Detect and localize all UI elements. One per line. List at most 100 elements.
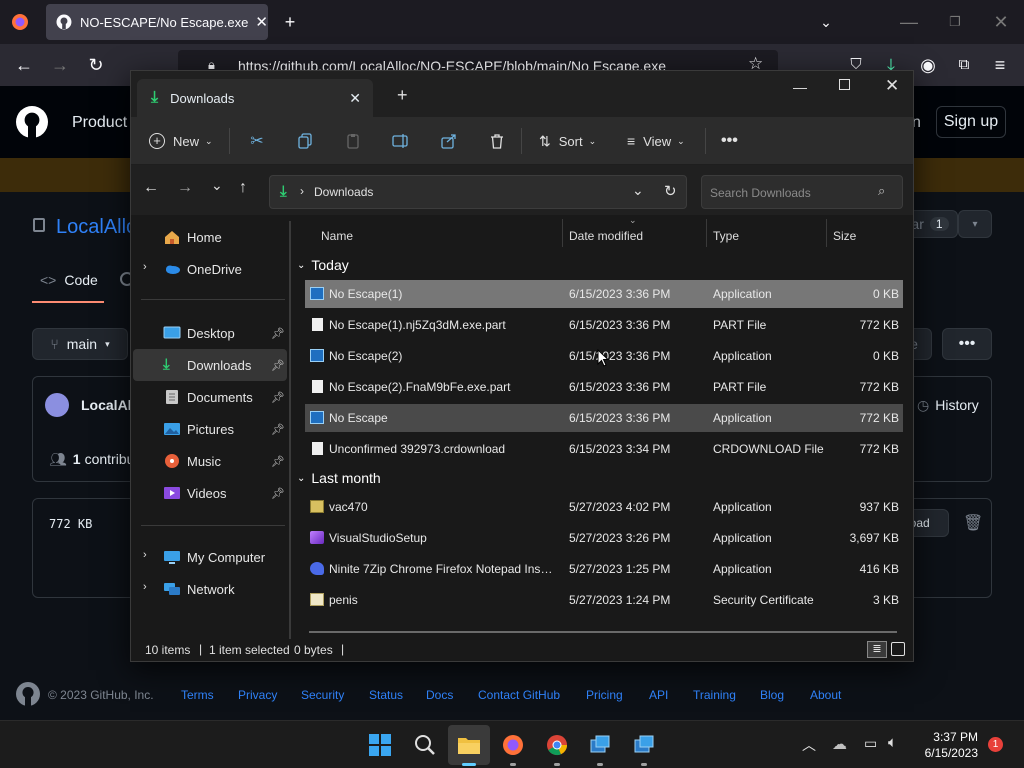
nav-desktop[interactable]: Desktop 📌︎ [163,317,285,349]
up-arrow-icon[interactable]: ↑ [239,179,247,197]
close-window-icon[interactable]: ✕ [885,76,899,96]
file-row[interactable]: No Escape(2).FnaM9bFe.exe.part 6/15/2023… [305,373,903,401]
notification-badge[interactable]: 1 [988,737,1003,752]
nav-network[interactable]: Network [163,573,285,605]
branch-select[interactable]: ⑂ main ▾ [32,328,128,360]
code-tab[interactable]: <> Code [40,272,98,302]
file-explorer-taskbar-icon[interactable] [457,734,481,756]
maximize-icon[interactable] [839,79,850,90]
new-tab-icon[interactable]: + [397,85,408,106]
close-window-icon[interactable]: ✕ [989,10,1013,34]
horizontal-scrollbar[interactable] [309,631,897,633]
group-header-last-month[interactable]: ⌄ Last month [297,470,381,486]
browser-tab-active[interactable]: NO-ESCAPE/No Escape.exe at ✕ [46,4,268,40]
footer-link-security[interactable]: Security [301,688,344,702]
nav-videos[interactable]: Videos 📌︎ [163,477,285,509]
history-link[interactable]: ◷ History [917,397,979,414]
expand-chevron-icon[interactable]: › [143,581,147,593]
file-row[interactable]: No Escape(1).nj5Zq3dM.exe.part 6/15/2023… [305,311,903,339]
details-view-icon[interactable]: ≣ [867,641,887,658]
tiles-view-icon[interactable] [891,642,905,656]
clock[interactable]: 3:37 PM 6/15/2023 [918,729,978,761]
file-row[interactable]: Unconfirmed 392973.crdownload 6/15/2023 … [305,435,903,463]
expand-chevron-icon[interactable]: › [143,261,147,273]
app-window-taskbar-icon[interactable] [633,734,655,756]
nav-pane-scrollbar[interactable] [289,221,291,639]
repo-owner-link[interactable]: LocalAllo [56,216,137,239]
forward-arrow-icon[interactable]: → [48,53,72,77]
file-row[interactable]: No Escape(1) 6/15/2023 3:36 PM Applicati… [305,280,903,308]
more-options-icon[interactable]: ••• [721,129,738,153]
footer-link-contact[interactable]: Contact GitHub [478,688,560,702]
forward-arrow-icon[interactable]: → [177,179,193,197]
extensions-icon[interactable]: ⧉ [952,53,976,77]
explorer-tab-downloads[interactable]: ⤓ Downloads ✕ [137,79,373,117]
cut-icon[interactable]: ✂ [247,129,267,153]
close-tab-icon[interactable]: ✕ [255,13,268,31]
start-windows-icon[interactable] [369,734,391,756]
back-arrow-icon[interactable]: ← [143,179,159,197]
chrome-taskbar-icon[interactable] [546,734,568,756]
view-button[interactable]: ≡ View ⌄ [627,129,685,153]
file-row[interactable]: vac470 5/27/2023 4:02 PM Application 937… [305,493,903,521]
firefox-menu-icon[interactable] [10,12,30,32]
nav-pictures[interactable]: Pictures 📌︎ [163,413,285,445]
copy-icon[interactable] [295,129,315,153]
address-bar[interactable]: ⤓ › Downloads ⌄ ↻ [269,175,687,209]
onedrive-offline-icon[interactable]: ☁︎ [832,735,847,753]
nav-onedrive[interactable]: OneDrive [163,253,285,285]
author-avatar[interactable] [45,393,69,417]
more-options-button[interactable]: ••• [942,328,992,360]
commit-author[interactable]: LocalAll [81,397,135,413]
show-hidden-icons-chevron-icon[interactable]: ︿ [802,735,816,755]
minimize-icon[interactable]: — [897,10,921,34]
github-logo-icon[interactable] [16,106,48,138]
nav-downloads[interactable]: ⤓ Downloads 📌︎ [163,349,285,381]
delete-icon[interactable] [487,129,507,153]
group-header-today[interactable]: ⌄ Today [297,257,349,273]
sort-button[interactable]: ⇅ Sort ⌄ [539,129,596,153]
github-footer-logo-icon[interactable] [16,682,40,706]
footer-link-api[interactable]: API [649,688,668,702]
file-row[interactable]: No Escape 6/15/2023 3:36 PM Application … [305,404,903,432]
column-type-header[interactable]: Type [713,229,739,243]
footer-link-privacy[interactable]: Privacy [238,688,277,702]
account-icon[interactable]: ◉ [916,53,940,77]
paste-icon[interactable] [343,129,363,153]
address-history-chevron-icon[interactable]: ⌄ [632,182,644,199]
nav-home[interactable]: Home [163,221,285,253]
recent-chevron-icon[interactable]: ⌄ [211,177,223,194]
contributors[interactable]: 👥︎ 1 contribu [49,451,134,468]
restore-icon[interactable]: ❐ [943,10,967,34]
delete-trash-icon[interactable]: 🗑︎ [963,513,983,533]
new-button[interactable]: + New ⌄ [149,129,213,153]
reload-icon[interactable]: ↻ [84,53,108,77]
nav-documents[interactable]: Documents 📌︎ [163,381,285,413]
product-menu[interactable]: Product [72,114,127,132]
search-icon[interactable]: ⌕ [878,183,885,199]
list-tabs-chevron-icon[interactable]: ⌄ [814,10,838,34]
back-arrow-icon[interactable]: ← [12,53,36,77]
firefox-taskbar-icon[interactable] [502,734,524,756]
search-icon[interactable] [414,734,436,756]
nav-my-computer[interactable]: My Computer [163,541,285,573]
column-size-header[interactable]: Size [833,229,856,243]
search-box[interactable]: Search Downloads ⌕ [701,175,903,209]
close-tab-icon[interactable]: ✕ [349,90,361,107]
expand-chevron-icon[interactable]: › [143,549,147,561]
footer-link-training[interactable]: Training [693,688,736,702]
file-row[interactable]: Ninite 7Zip Chrome Firefox Notepad Inst.… [305,555,903,583]
network-icon[interactable]: ▭ [864,735,877,752]
new-tab-icon[interactable]: + [278,10,302,34]
sign-up-button[interactable]: Sign up [936,106,1006,138]
footer-link-docs[interactable]: Docs [426,688,453,702]
app-window-taskbar-icon[interactable] [589,734,611,756]
footer-link-terms[interactable]: Terms [181,688,214,702]
volume-icon[interactable]: 🔈︎ [888,734,897,751]
footer-link-status[interactable]: Status [369,688,403,702]
footer-link-pricing[interactable]: Pricing [586,688,623,702]
file-row[interactable]: VisualStudioSetup 5/27/2023 3:26 PM Appl… [305,524,903,552]
star-dropdown-button[interactable]: ▾ [958,210,992,238]
column-name-header[interactable]: Name [321,229,353,243]
share-icon[interactable] [439,129,459,153]
